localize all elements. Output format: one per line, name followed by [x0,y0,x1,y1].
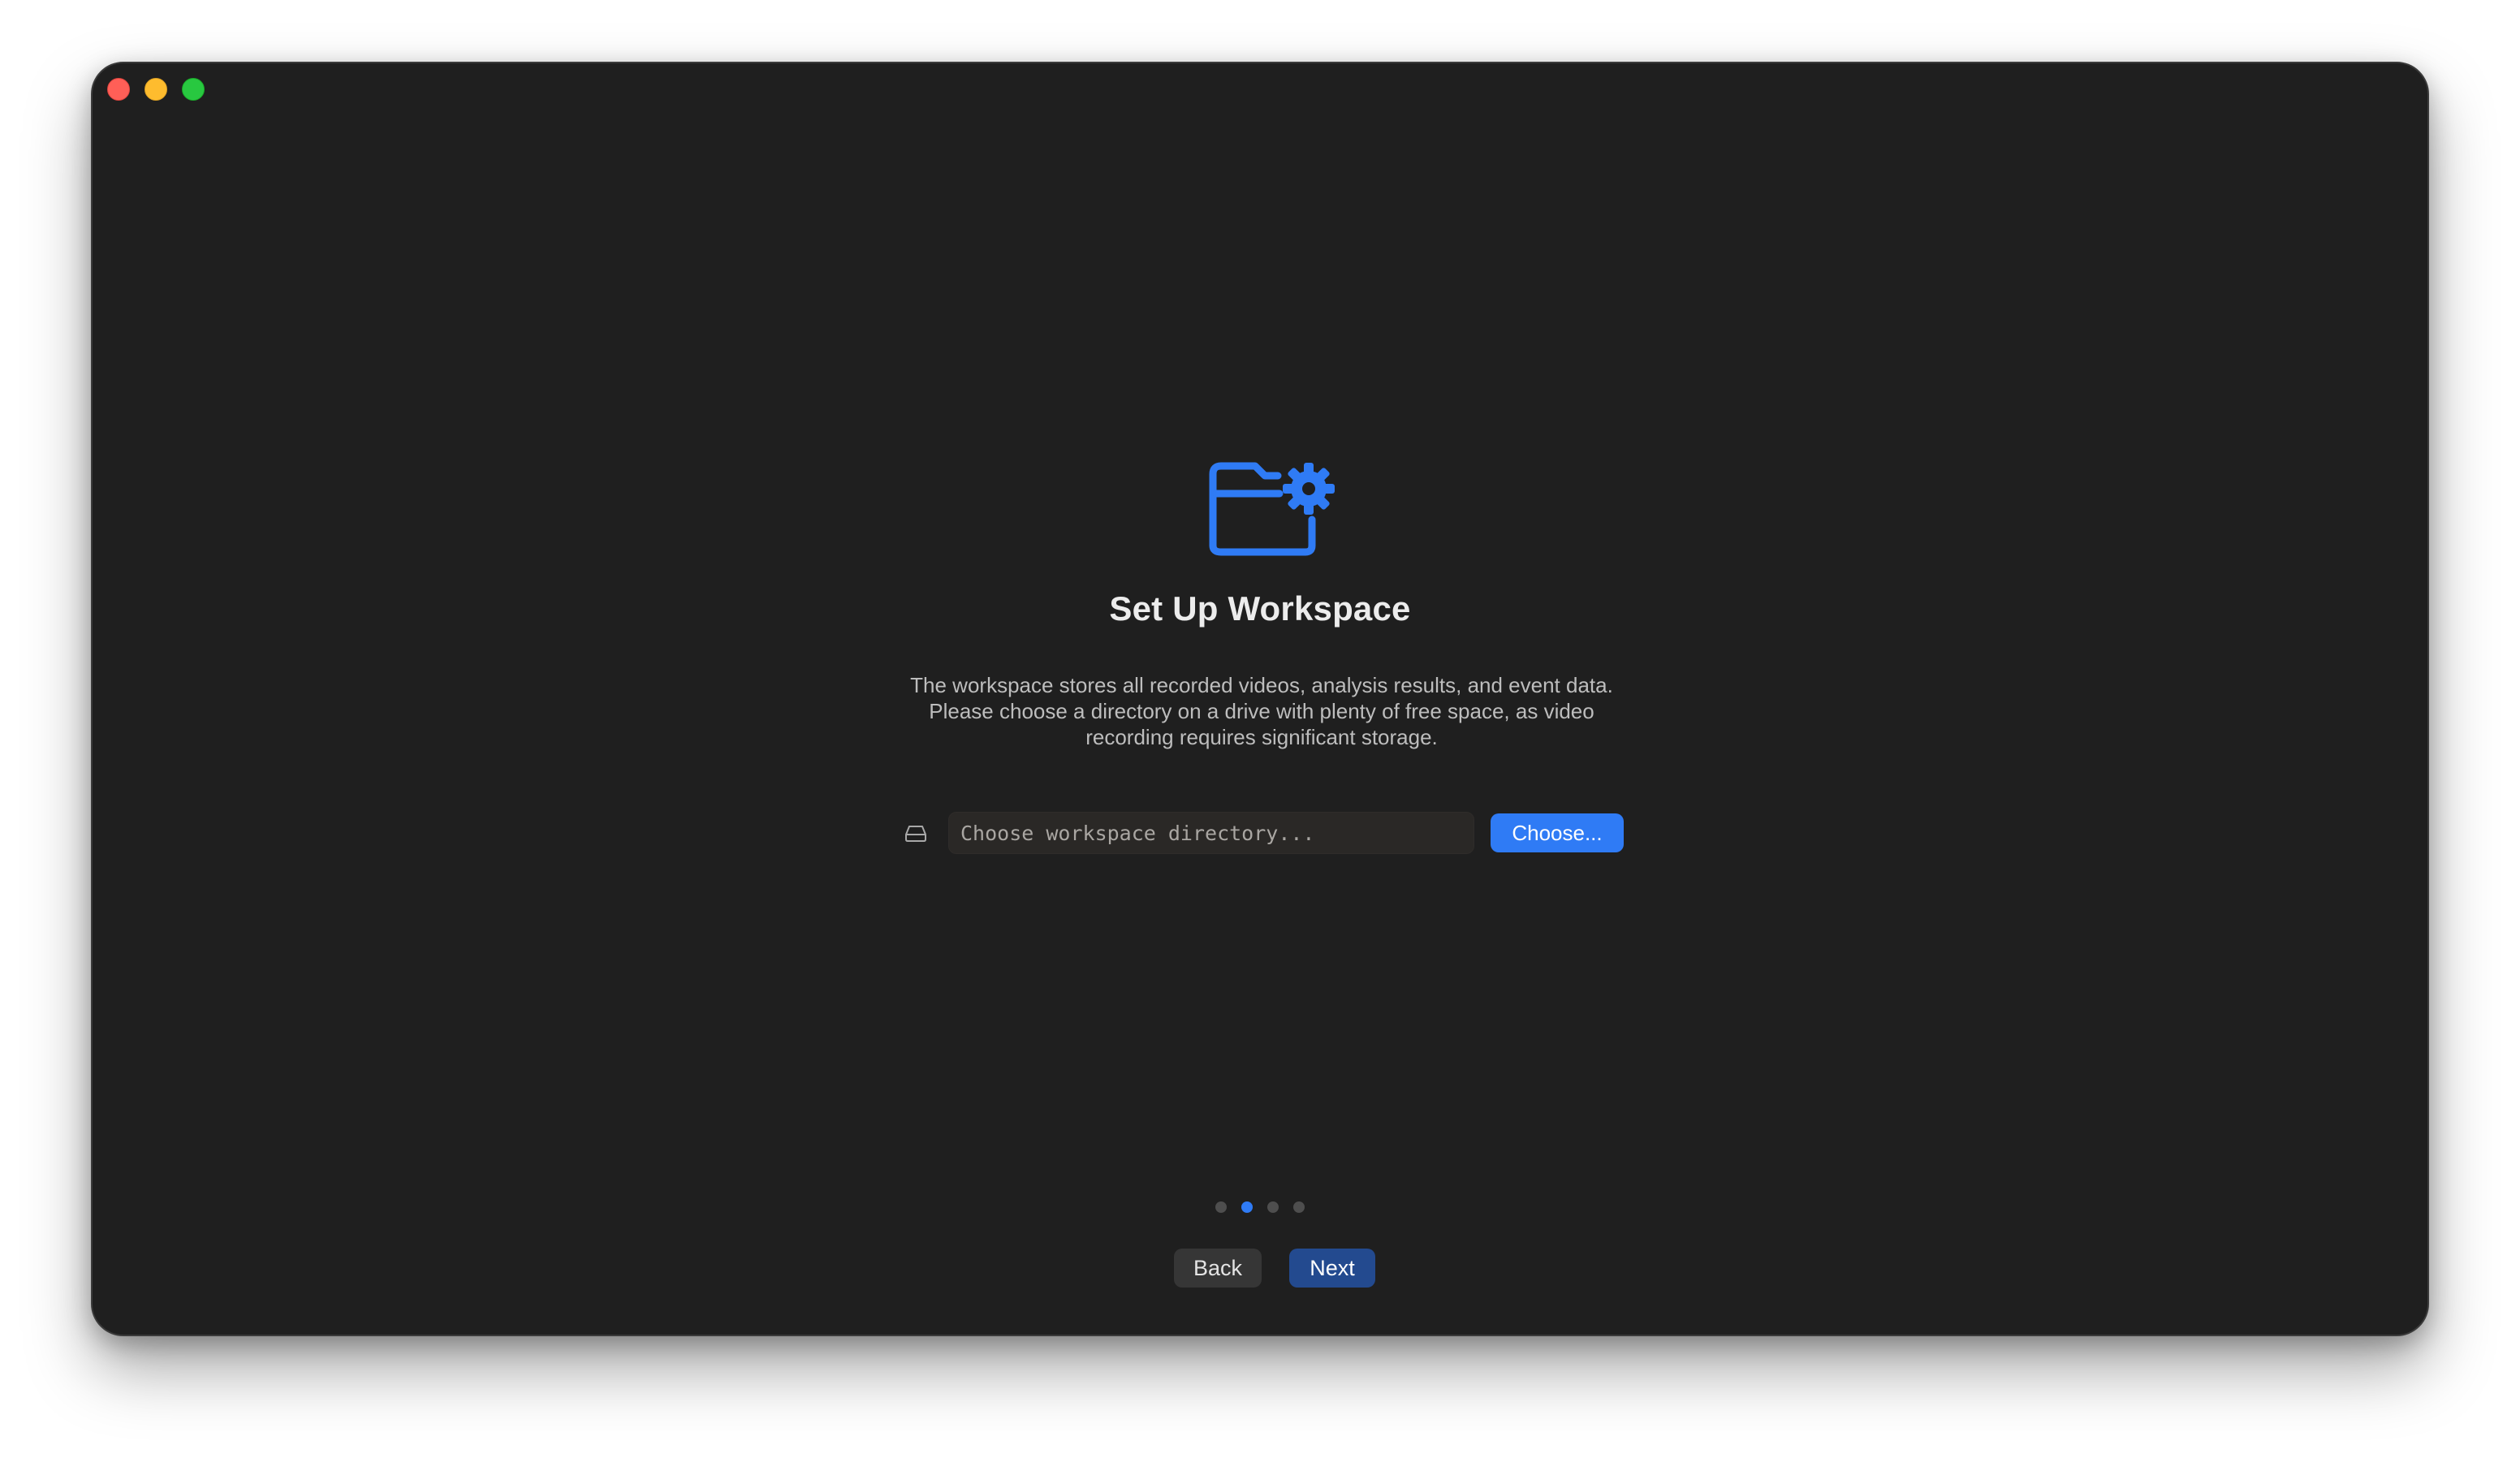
next-button[interactable]: Next [1289,1249,1375,1288]
internal-drive-icon [905,826,926,842]
setup-content: Set Up Workspace The workspace stores al… [93,63,2427,1335]
choose-directory-button[interactable]: Choose... [1491,813,1624,852]
step-dot-3 [1267,1201,1279,1213]
app-window: Set Up Workspace The workspace stores al… [91,62,2429,1336]
folder-gear-icon [1209,462,1335,556]
back-button[interactable]: Back [1174,1249,1262,1288]
step-indicator [93,1201,2427,1213]
page-title: Set Up Workspace [1109,589,1411,628]
description-line-storage: The workspace stores all recorded videos… [910,673,1613,697]
step-dot-1 [1215,1201,1227,1213]
step-dot-4 [1293,1201,1305,1213]
workspace-directory-row: Choose... [93,812,2427,854]
workspace-directory-input[interactable] [948,812,1474,854]
step-dot-2 [1241,1201,1253,1213]
description-line-choose: Please choose a directory on a drive wit… [929,699,1594,749]
navigation-buttons: Back Next [93,1249,2427,1288]
description: The workspace stores all recorded videos… [896,672,1627,750]
